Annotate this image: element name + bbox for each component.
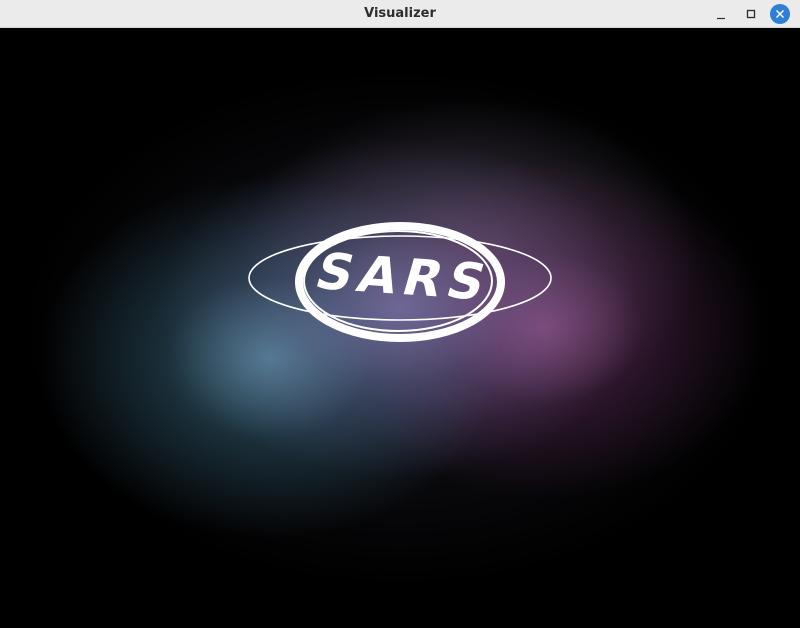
close-button[interactable] — [770, 4, 790, 24]
logo-text: SARS — [309, 242, 498, 311]
visualizer-window: Visualizer SARS — [0, 0, 800, 628]
title-bar[interactable]: Visualizer — [0, 0, 800, 28]
minimize-icon — [717, 17, 725, 20]
visualizer-canvas[interactable]: SARS — [0, 28, 800, 628]
sars-logo: SARS — [248, 222, 552, 342]
minimize-button[interactable] — [711, 4, 731, 24]
maximize-icon — [746, 9, 756, 19]
close-icon — [775, 9, 785, 19]
window-title: Visualizer — [364, 6, 436, 21]
maximize-button[interactable] — [741, 4, 761, 24]
